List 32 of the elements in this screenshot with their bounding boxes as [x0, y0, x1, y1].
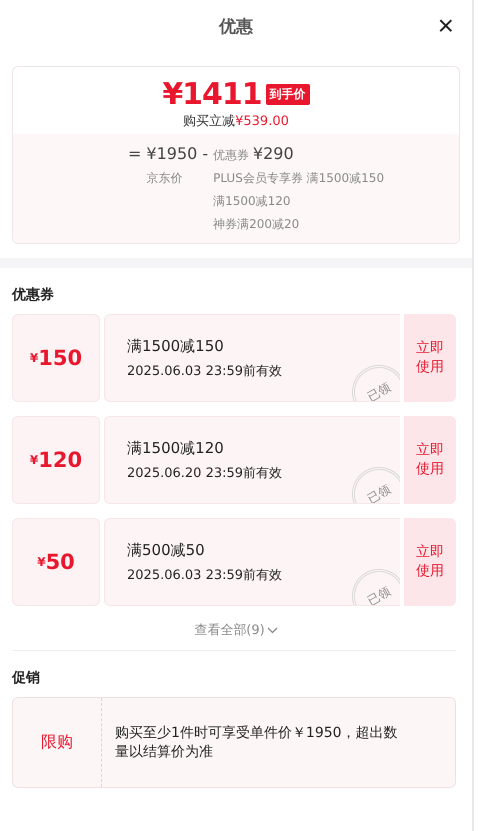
final-price: ¥1411 [162, 77, 262, 112]
base-price: ¥1950 [146, 144, 198, 163]
base-price-label: 京东价 [146, 170, 184, 187]
saving-text: 购买立减¥539.00 [183, 113, 289, 130]
section-title: 促销 [10, 669, 41, 688]
coupon-condition: 满1500减150 [127, 337, 225, 356]
coupon-total: ¥290 [252, 144, 294, 163]
coupon-condition: 满500减50 [127, 541, 206, 560]
coupon-amount: ¥120 [12, 416, 100, 504]
chevron-down-icon [266, 626, 278, 634]
dialog-title: 优惠 [219, 16, 253, 38]
use-now-button[interactable]: 立即使用 [404, 518, 456, 606]
coupon-expiry: 2025.06.03 23:59前有效 [127, 567, 284, 584]
coupon-label: 优惠券 [213, 148, 250, 162]
coupon-condition: 满1500减120 [127, 439, 225, 458]
promotion-text: 购买至少1件时可享受单件价￥1950，超出数量以结算价为准 [115, 724, 399, 761]
promotion-tag: 限购 [13, 698, 102, 787]
discount-detail: 满1500减120 [213, 193, 292, 210]
equals-sign: = [128, 144, 142, 163]
coupon-amount: ¥150 [12, 314, 100, 402]
coupon-expiry: 2025.06.20 23:59前有效 [127, 465, 284, 482]
final-price-tag: 到手价 [266, 84, 310, 105]
minus-sign: - [202, 144, 208, 163]
section-title: 优惠券 [10, 286, 55, 305]
discount-detail: PLUS会员专享券 满1500减150 [213, 170, 384, 187]
discount-detail: 神券满200减20 [213, 216, 300, 233]
coupon-expiry: 2025.06.03 23:59前有效 [127, 363, 284, 380]
use-now-button[interactable]: 立即使用 [404, 416, 456, 504]
close-button[interactable]: × [434, 10, 458, 42]
use-now-button[interactable]: 立即使用 [404, 314, 456, 402]
coupon-amount: ¥50 [12, 518, 100, 606]
view-all-link[interactable]: 查看全部(9) [188, 620, 284, 640]
